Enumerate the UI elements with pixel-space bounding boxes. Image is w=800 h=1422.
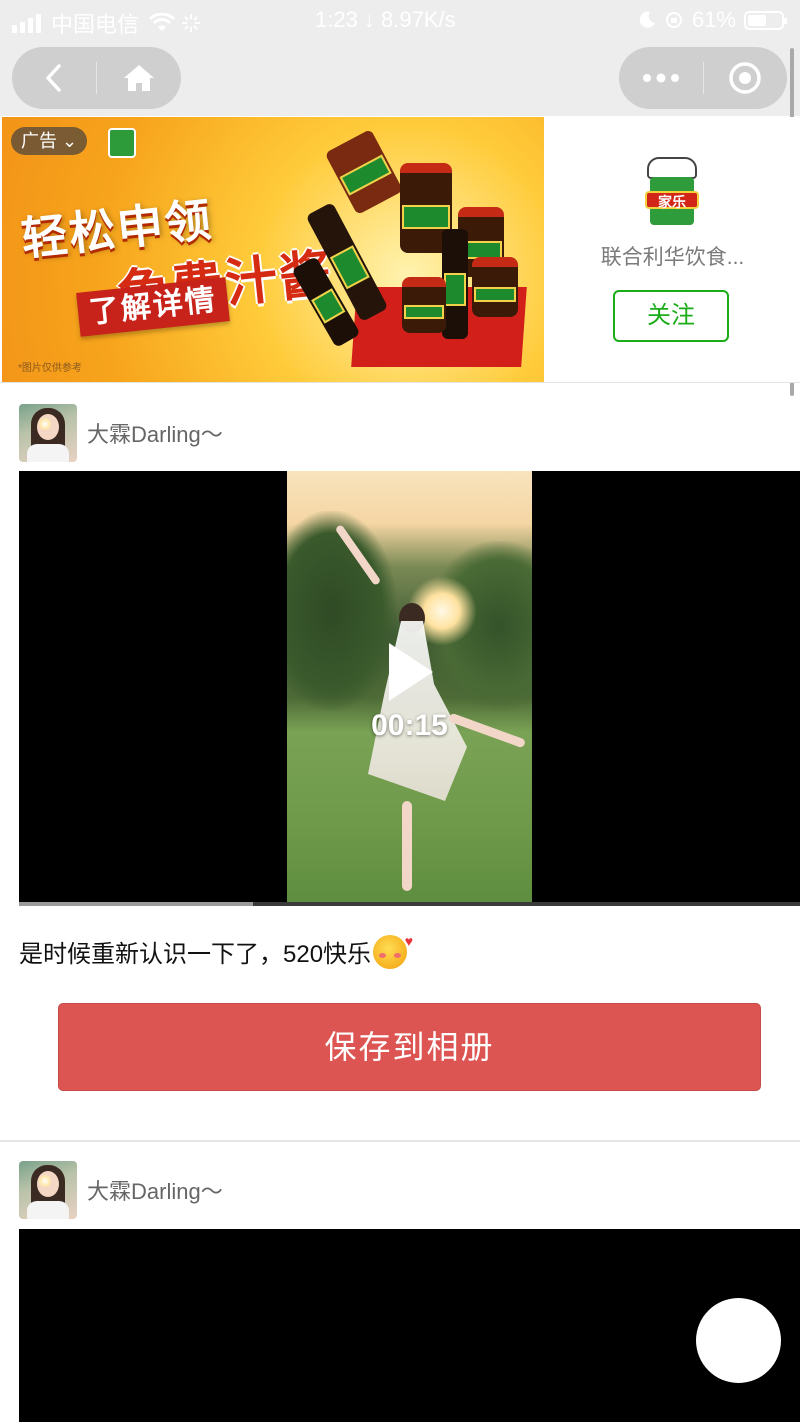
moon-icon [639, 11, 655, 28]
avatar[interactable] [19, 404, 77, 462]
video-progress-fill [19, 902, 254, 906]
video-player[interactable] [19, 1229, 800, 1422]
advertiser-panel: 家乐 联合利华饮食... 关注 [545, 117, 800, 382]
post-header: 大霖Darling～ [19, 404, 223, 462]
carrier-name: 中国电信 [51, 12, 140, 37]
smiling-hearts-emoji-icon: ♥ [373, 933, 413, 969]
back-chevron-icon [46, 64, 61, 92]
status-bar: 中国电信 1:23 ↓ 8.97K/s 61% [0, 0, 800, 40]
target-circle-icon [729, 62, 761, 94]
status-right: 61% [638, 7, 787, 33]
video-player[interactable]: 00:15 [19, 471, 800, 906]
ad-banner[interactable]: 广告 ⌄ 轻松申领 免费汁酱 了解详情 *图片仅供参考 [2, 117, 544, 382]
video-progress-bar[interactable] [19, 902, 800, 906]
more-dots-icon [642, 73, 679, 83]
status-time-speed: 1:23 ↓ 8.97K/s [315, 7, 456, 32]
nav-capsule-right [619, 47, 787, 109]
post-divider [0, 1140, 800, 1142]
chevron-down-icon: ⌄ [62, 131, 78, 151]
jar-image [402, 277, 446, 333]
ad-tag-label: 广告 [21, 131, 57, 151]
loading-icon [182, 14, 201, 32]
signal-icon [12, 13, 41, 33]
ad-note: *图片仅供参考 [18, 363, 82, 374]
jar-image [472, 257, 518, 317]
video-duration: 00:15 [371, 709, 448, 742]
username[interactable]: 大霖Darling～ [87, 1174, 223, 1206]
wifi-icon [149, 13, 176, 31]
battery-percent: 61% [691, 7, 736, 32]
advertiser-name[interactable]: 联合利华饮食... [545, 241, 800, 271]
status-left: 中国电信 [12, 7, 201, 39]
avatar[interactable] [19, 1161, 77, 1219]
save-to-album-button[interactable]: 保存到相册 [58, 1003, 761, 1091]
nav-capsule-left [12, 47, 181, 109]
home-button[interactable] [97, 47, 181, 109]
brand-logo[interactable]: 家乐 [645, 157, 699, 227]
post-header: 大霖Darling～ [19, 1161, 223, 1219]
floating-action-button[interactable] [696, 1298, 781, 1383]
brand-logo-small [108, 128, 136, 158]
more-button[interactable] [619, 47, 703, 109]
ad-card: 广告 ⌄ 轻松申领 免费汁酱 了解详情 *图片仅供参考 家乐 联合利华饮食...… [0, 117, 800, 383]
follow-button[interactable]: 关注 [613, 290, 729, 342]
play-icon[interactable] [389, 643, 433, 701]
ad-tag[interactable]: 广告 ⌄ [11, 127, 88, 155]
username[interactable]: 大霖Darling～ [87, 417, 223, 449]
caption-text: 是时候重新认识一下了，520快乐 [19, 941, 372, 968]
bottle-image [324, 128, 404, 216]
close-button[interactable] [704, 47, 788, 109]
home-icon [124, 65, 154, 91]
back-button[interactable] [12, 47, 96, 109]
orientation-lock-icon [665, 12, 682, 28]
battery-icon [744, 10, 787, 30]
post-caption: 是时候重新认识一下了，520快乐 ♥ [19, 933, 413, 969]
brand-logo-text: 家乐 [645, 191, 699, 210]
nav-bar [0, 40, 800, 116]
